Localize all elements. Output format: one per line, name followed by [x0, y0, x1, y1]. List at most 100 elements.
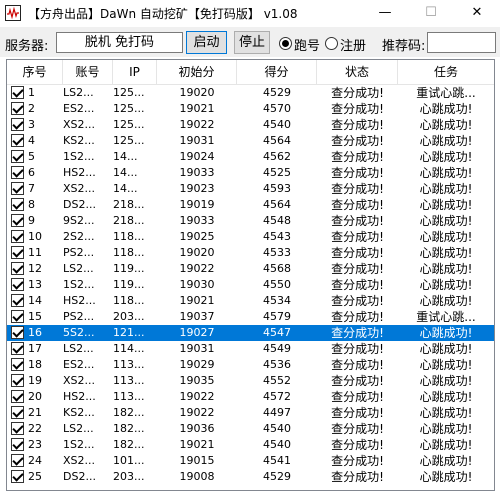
cell-task: 心跳成功! — [419, 118, 473, 132]
table-row[interactable]: 25 DS2... 203... 19008 4529 查分成功! 心跳成功! — [7, 469, 494, 485]
cell-account: LS2... — [63, 422, 94, 435]
table-row[interactable]: 4 KS2... 125... 19031 4564 查分成功! 心跳成功! — [7, 133, 494, 149]
table-row[interactable]: 7 XS2... 14... 19023 4593 查分成功! 心跳成功! — [7, 181, 494, 197]
table-row[interactable]: 20 HS2... 113... 19022 4572 查分成功! 心跳成功! — [7, 389, 494, 405]
table-row[interactable]: 3 XS2... 125... 19022 4540 查分成功! 心跳成功! — [7, 117, 494, 133]
row-checkbox[interactable] — [11, 230, 24, 243]
row-checkbox[interactable] — [11, 310, 24, 323]
table-row[interactable]: 12 LS2... 119... 19022 4568 查分成功! 心跳成功! — [7, 261, 494, 277]
cell-score: 4568 — [263, 262, 291, 275]
cell-status: 查分成功! — [331, 454, 384, 468]
table-row[interactable]: 1 LS2... 125... 19020 4529 查分成功! 重试心跳... — [7, 85, 494, 101]
row-checkbox[interactable] — [11, 214, 24, 227]
header-score[interactable]: 得分 — [237, 60, 317, 84]
row-checkbox[interactable] — [11, 166, 24, 179]
table-row[interactable]: 8 DS2... 218... 19019 4564 查分成功! 心跳成功! — [7, 197, 494, 213]
minimize-button[interactable]: — — [362, 0, 408, 27]
table-header: 序号 账号 IP 初始分 得分 状态 任务 — [7, 60, 494, 85]
cell-score: 4564 — [263, 134, 291, 147]
cell-ip: 203... — [113, 310, 145, 323]
row-checkbox[interactable] — [11, 278, 24, 291]
header-ip[interactable]: IP — [113, 60, 157, 84]
stop-button[interactable]: 停止 — [234, 31, 270, 54]
table-row[interactable]: 19 XS2... 113... 19035 4552 查分成功! 心跳成功! — [7, 373, 494, 389]
row-checkbox[interactable] — [11, 182, 24, 195]
cell-no: 15 — [28, 310, 42, 323]
table-row[interactable]: 14 HS2... 118... 19021 4534 查分成功! 心跳成功! — [7, 293, 494, 309]
header-account[interactable]: 账号 — [63, 60, 113, 84]
table-row[interactable]: 24 XS2... 101... 19015 4541 查分成功! 心跳成功! — [7, 453, 494, 469]
cell-initial-score: 19029 — [179, 358, 215, 371]
row-checkbox[interactable] — [11, 246, 24, 259]
table-row[interactable]: 2 ES2... 125... 19021 4570 查分成功! 心跳成功! — [7, 101, 494, 117]
cell-task: 心跳成功! — [419, 182, 473, 196]
cell-initial-score: 19020 — [179, 246, 215, 259]
header-initial-score[interactable]: 初始分 — [157, 60, 237, 84]
table-row[interactable]: 13 1S2... 119... 19030 4550 查分成功! 心跳成功! — [7, 277, 494, 293]
start-button[interactable]: 启动 — [186, 31, 227, 54]
row-checkbox[interactable] — [11, 470, 24, 483]
header-status[interactable]: 状态 — [317, 60, 398, 84]
cell-initial-score: 19023 — [179, 182, 215, 195]
table-row[interactable]: 18 ES2... 113... 19029 4536 查分成功! 心跳成功! — [7, 357, 494, 373]
row-checkbox[interactable] — [11, 198, 24, 211]
table-row[interactable]: 23 1S2... 182... 19021 4540 查分成功! 心跳成功! — [7, 437, 494, 453]
row-checkbox[interactable] — [11, 406, 24, 419]
row-checkbox[interactable] — [11, 294, 24, 307]
cell-ip: 218... — [113, 198, 145, 211]
table-row[interactable]: 16 5S2... 121... 19027 4547 查分成功! 心跳成功! — [7, 325, 494, 341]
cell-initial-score: 19021 — [179, 102, 215, 115]
table-row[interactable]: 15 PS2... 203... 19037 4579 查分成功! 重试心跳... — [7, 309, 494, 325]
referral-input[interactable] — [427, 32, 496, 53]
cell-initial-score: 19031 — [179, 342, 215, 355]
row-checkbox[interactable] — [11, 262, 24, 275]
cell-initial-score: 19020 — [179, 86, 215, 99]
table-row[interactable]: 17 LS2... 114... 19031 4549 查分成功! 心跳成功! — [7, 341, 494, 357]
cell-score: 4550 — [263, 278, 291, 291]
cell-initial-score: 19015 — [179, 454, 215, 467]
cell-ip: 113... — [113, 390, 145, 403]
run-radio[interactable] — [279, 37, 292, 50]
table-row[interactable]: 22 LS2... 182... 19036 4540 查分成功! 心跳成功! — [7, 421, 494, 437]
cell-status: 查分成功! — [331, 118, 384, 132]
cell-task: 心跳成功! — [419, 294, 473, 308]
cell-no: 16 — [28, 326, 42, 339]
header-no[interactable]: 序号 — [7, 60, 63, 84]
row-checkbox[interactable] — [11, 358, 24, 371]
row-checkbox[interactable] — [11, 342, 24, 355]
row-checkbox[interactable] — [11, 326, 24, 339]
register-radio-label[interactable]: 注册 — [340, 35, 366, 54]
table-row[interactable]: 11 PS2... 118... 19020 4533 查分成功! 心跳成功! — [7, 245, 494, 261]
header-task[interactable]: 任务 — [398, 60, 494, 84]
cell-initial-score: 19021 — [179, 294, 215, 307]
row-checkbox[interactable] — [11, 102, 24, 115]
row-checkbox[interactable] — [11, 134, 24, 147]
row-checkbox[interactable] — [11, 118, 24, 131]
server-field[interactable]: 脱机 免打码 — [56, 32, 183, 53]
cell-score: 4572 — [263, 390, 291, 403]
cell-no: 9 — [28, 214, 35, 227]
cell-score: 4540 — [263, 422, 291, 435]
close-button[interactable]: ✕ — [454, 0, 500, 27]
row-checkbox[interactable] — [11, 374, 24, 387]
table-row[interactable]: 21 KS2... 182... 19022 4497 查分成功! 心跳成功! — [7, 405, 494, 421]
cell-no: 2 — [28, 102, 35, 115]
table-row[interactable]: 10 2S2... 118... 19025 4543 查分成功! 心跳成功! — [7, 229, 494, 245]
table-row[interactable]: 5 1S2... 14... 19024 4562 查分成功! 心跳成功! — [7, 149, 494, 165]
cell-task: 心跳成功! — [419, 150, 473, 164]
row-checkbox[interactable] — [11, 454, 24, 467]
cell-no: 12 — [28, 262, 42, 275]
maximize-button[interactable]: ☐ — [408, 0, 454, 27]
cell-initial-score: 19033 — [179, 166, 215, 179]
run-radio-label[interactable]: 跑号 — [294, 35, 320, 54]
cell-score: 4579 — [263, 310, 291, 323]
row-checkbox[interactable] — [11, 390, 24, 403]
table-row[interactable]: 6 HS2... 14... 19033 4525 查分成功! 心跳成功! — [7, 165, 494, 181]
cell-account: PS2... — [63, 246, 95, 259]
row-checkbox[interactable] — [11, 150, 24, 163]
row-checkbox[interactable] — [11, 86, 24, 99]
register-radio[interactable] — [325, 37, 338, 50]
row-checkbox[interactable] — [11, 438, 24, 451]
row-checkbox[interactable] — [11, 422, 24, 435]
table-row[interactable]: 9 9S2... 218... 19033 4548 查分成功! 心跳成功! — [7, 213, 494, 229]
